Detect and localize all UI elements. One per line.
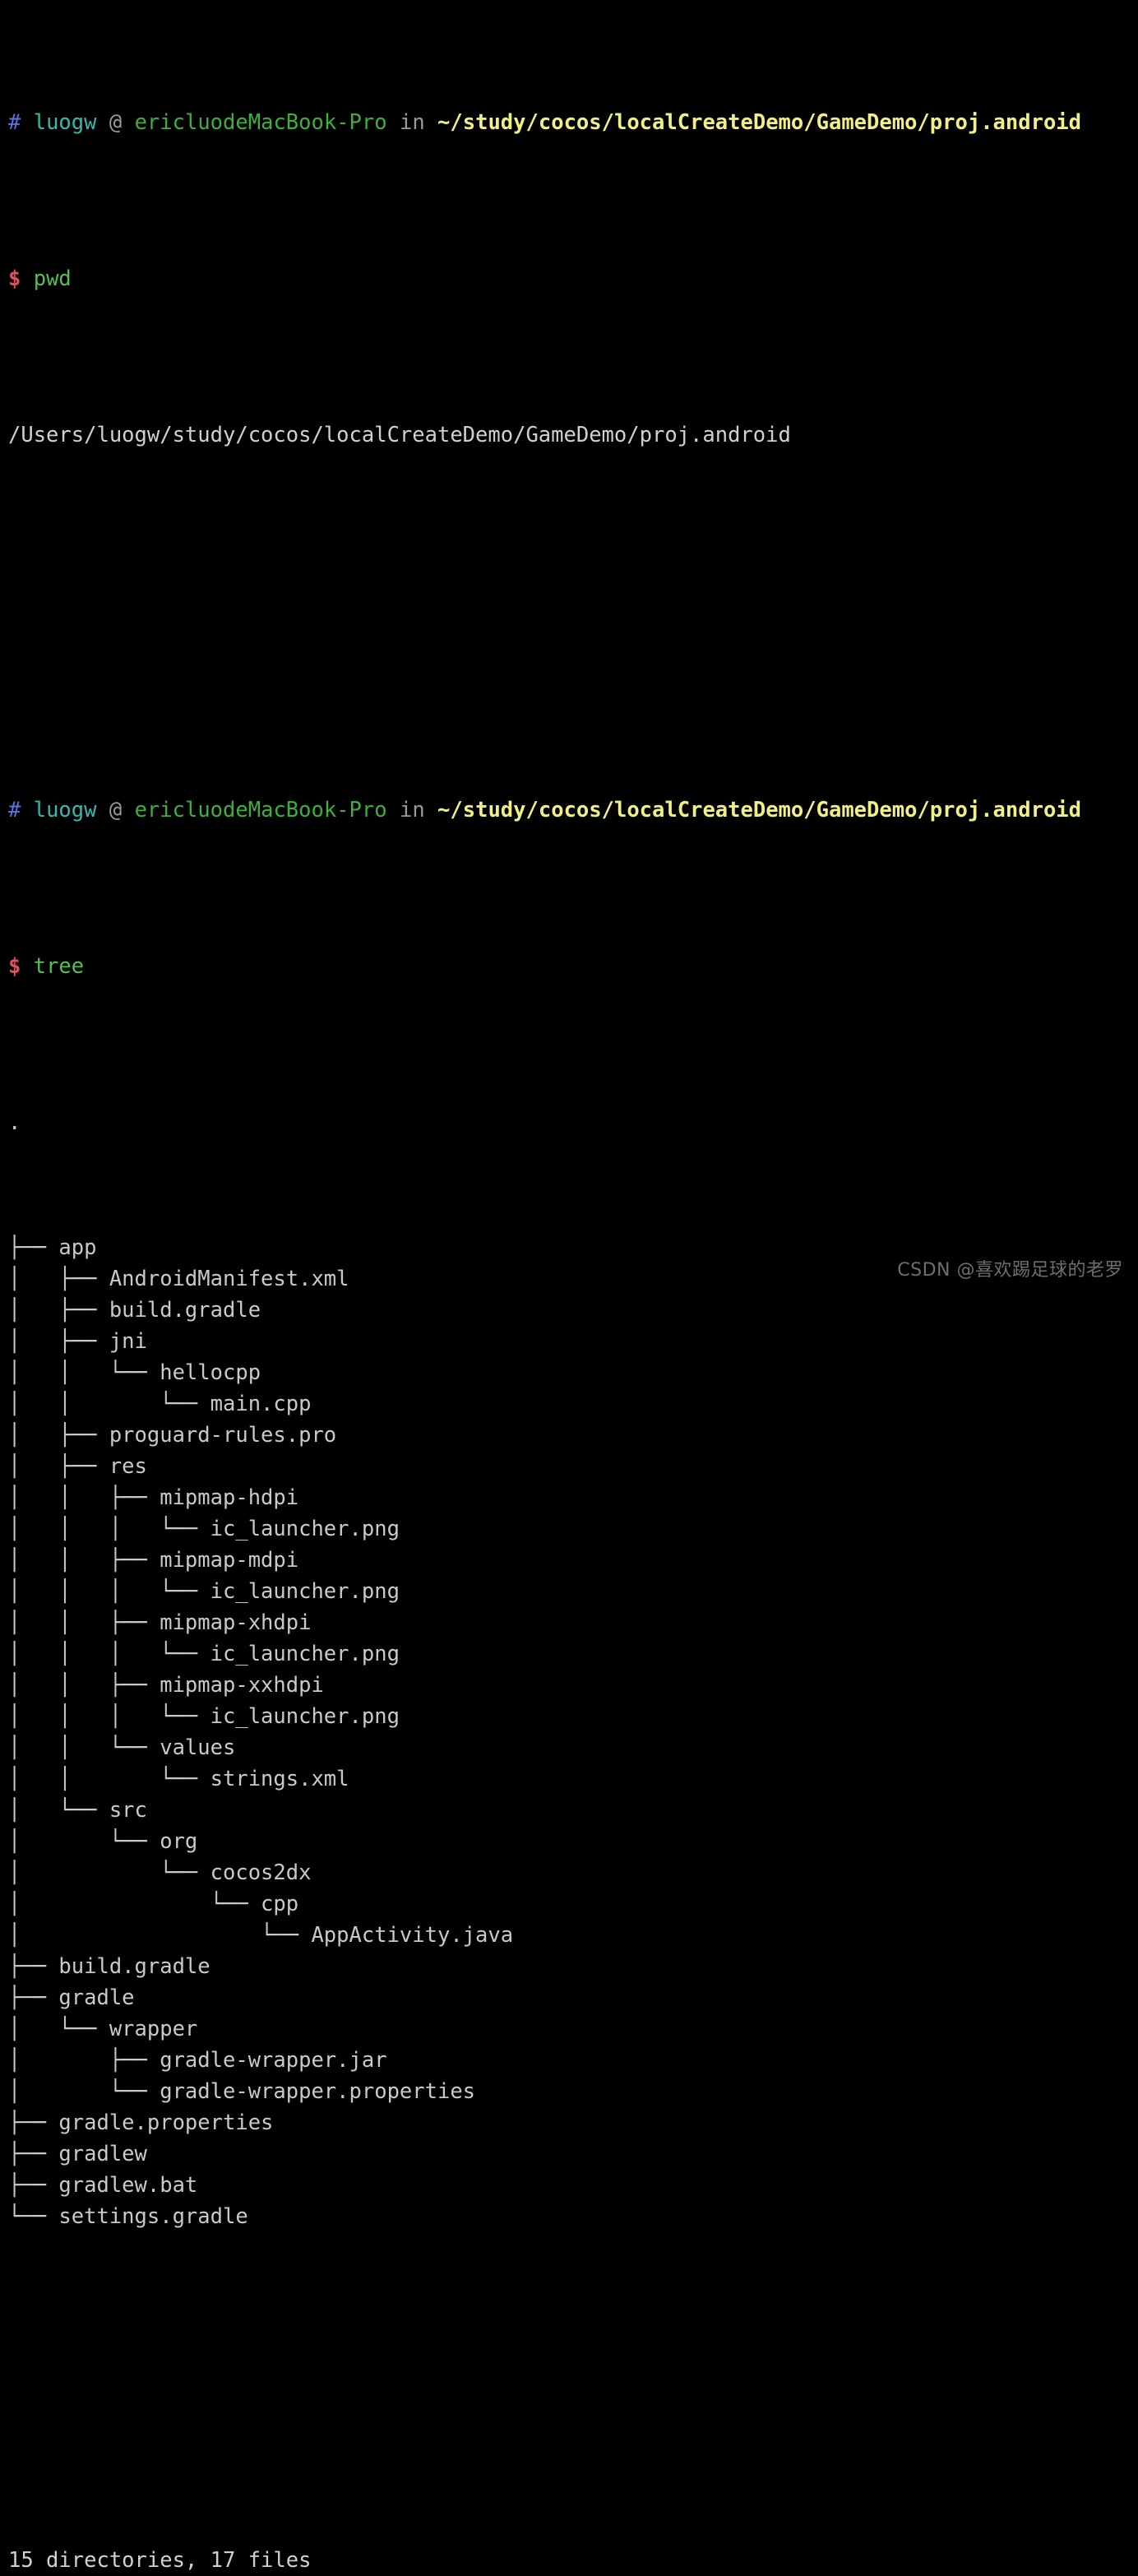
prompt-hash-icon: # [8,798,21,822]
tree-entry-text: └── settings.gradle [8,2204,248,2229]
tree-root-line: . [8,1107,1138,1138]
tree-entry: │ ├── build.gradle [8,1295,1138,1326]
tree-entry: │ │ │ └── ic_launcher.png [8,1576,1138,1607]
tree-entry-text: ├── gradle.properties [8,2110,274,2135]
terminal-window: # luogw @ ericluodeMacBook-Pro in ~/stud… [0,0,1138,2573]
tree-entry-text: │ │ │ └── ic_launcher.png [8,1704,400,1729]
tree-entry-text: │ └── AppActivity.java [8,1923,514,1948]
tree-entry: │ └── gradle-wrapper.properties [8,2076,1138,2107]
tree-entry: │ └── cocos2dx [8,1857,1138,1888]
tree-entry-text: │ │ └── values [8,1735,236,1760]
tree-entry: │ └── AppActivity.java [8,1920,1138,1951]
tree-entry-text: │ └── cocos2dx [8,1860,312,1885]
csdn-watermark: CSDN @喜欢踢足球的老罗 [897,1260,1123,1281]
tree-entry: │ │ └── hellocpp [8,1357,1138,1388]
tree-entry-text: ├── build.gradle [8,1954,210,1979]
dollar-sign-icon: $ [8,266,21,291]
tree-entry-text: │ └── cpp [8,1892,299,1916]
tree-command-text: tree [33,954,85,979]
tree-listing: ├── app │ ├── AndroidManifest.xml │ ├── bu… [8,1232,1138,2232]
tree-entry-text: │ │ ├── mipmap-xxhdpi [8,1673,324,1698]
pwd-command-line: $ pwd [8,263,1138,294]
tree-entry-text: │ │ └── main.cpp [8,1392,312,1416]
tree-entry-text: │ ├── gradle-wrapper.jar [8,2048,387,2073]
dollar-sign-icon: $ [8,954,21,979]
tree-entry-text: │ │ ├── mipmap-hdpi [8,1485,299,1510]
tree-entry: ├── gradlew.bat [8,2170,1138,2201]
tree-entry: ├── gradlew [8,2138,1138,2170]
tree-entry: │ │ ├── mipmap-mdpi [8,1545,1138,1576]
tree-entry-text: │ ├── build.gradle [8,1298,261,1323]
tree-entry: │ └── src [8,1795,1138,1826]
tree-entry: └── settings.gradle [8,2201,1138,2232]
tree-entry: │ └── wrapper [8,2013,1138,2045]
tree-root-label: . [8,1110,21,1135]
tree-entry: ├── gradle.properties [8,2107,1138,2138]
tree-entry-text: │ │ │ └── ic_launcher.png [8,1517,400,1541]
tree-entry-text: │ │ │ └── ic_launcher.png [8,1579,400,1604]
tree-entry-text: │ ├── res [8,1454,147,1479]
clipped-prompt-hostname: ericluodeMacBook-Pro [134,110,387,135]
tree-entry-text: │ │ └── hellocpp [8,1360,261,1385]
tree-entry: │ └── cpp [8,1888,1138,1920]
prompt-line: # luogw @ ericluodeMacBook-Pro in ~/stud… [8,795,1138,826]
terminal-screen[interactable]: # luogw @ ericluodeMacBook-Pro in ~/stud… [8,0,1138,2576]
tree-entry: │ │ │ └── ic_launcher.png [8,1638,1138,1670]
tree-entry: │ │ └── main.cpp [8,1388,1138,1420]
prompt-path: ~/study/cocos/localCreateDemo/GameDemo/p… [437,798,1082,822]
pwd-output-line: /Users/luogw/study/cocos/localCreateDemo… [8,419,1138,451]
clipped-prompt-in: in [399,110,425,135]
tree-entry-text: │ │ └── strings.xml [8,1767,349,1791]
tree-entry-text: │ └── src [8,1798,147,1823]
clipped-prompt-line: # luogw @ ericluodeMacBook-Pro in ~/stud… [8,107,1138,138]
prompt-hostname: ericluodeMacBook-Pro [134,798,387,822]
tree-entry-text: │ │ ├── mipmap-mdpi [8,1548,299,1573]
tree-entry: │ ├── res [8,1451,1138,1482]
tree-command-line: $ tree [8,951,1138,982]
tree-entry-text: │ └── wrapper [8,2017,198,2041]
clipped-prompt-path: ~/study/cocos/localCreateDemo/GameDemo/p… [437,110,1082,135]
tree-summary-text: 15 directories, 17 files [8,2548,312,2573]
tree-entry: │ │ ├── mipmap-xhdpi [8,1607,1138,1638]
prompt-hash-icon: # [8,110,21,135]
tree-entry-text: ├── app [8,1235,97,1260]
tree-entry: │ ├── jni [8,1326,1138,1357]
tree-entry-text: │ │ ├── mipmap-xhdpi [8,1610,312,1635]
tree-entry: │ │ │ └── ic_launcher.png [8,1513,1138,1545]
prompt-username: luogw [33,798,97,822]
tree-entry-text: ├── gradlew.bat [8,2173,198,2198]
tree-entry: │ │ ├── mipmap-hdpi [8,1482,1138,1513]
tree-entry-text: │ └── gradle-wrapper.properties [8,2079,476,2104]
tree-entry: │ │ └── values [8,1732,1138,1763]
tree-entry: │ │ │ └── ic_launcher.png [8,1701,1138,1732]
tree-entry-text: │ ├── jni [8,1329,147,1354]
tree-entry-text: │ │ │ └── ic_launcher.png [8,1642,400,1666]
clipped-prompt-at: @ [109,110,123,135]
tree-entry: │ │ ├── mipmap-xxhdpi [8,1670,1138,1701]
prompt-in-keyword: in [399,798,425,822]
tree-entry-text: │ └── org [8,1829,198,1854]
tree-entry: ├── build.gradle [8,1951,1138,1982]
tree-entry: │ ├── gradle-wrapper.jar [8,2045,1138,2076]
tree-entry-text: ├── gradle [8,1985,135,2010]
tree-summary-line: 15 directories, 17 files [8,2545,1138,2576]
pwd-output-path: /Users/luogw/study/cocos/localCreateDemo… [8,423,791,447]
tree-entry: │ │ └── strings.xml [8,1763,1138,1795]
tree-entry-text: ├── gradlew [8,2142,147,2166]
tree-entry: ├── gradle [8,1982,1138,2013]
tree-entry: │ └── org [8,1826,1138,1857]
tree-entry-text: │ ├── proguard-rules.pro [8,1423,337,1448]
prompt-at-symbol: @ [109,798,123,822]
tree-entry: │ ├── proguard-rules.pro [8,1420,1138,1451]
pwd-command-text: pwd [33,266,72,291]
clipped-prompt-username: luogw [33,110,97,135]
